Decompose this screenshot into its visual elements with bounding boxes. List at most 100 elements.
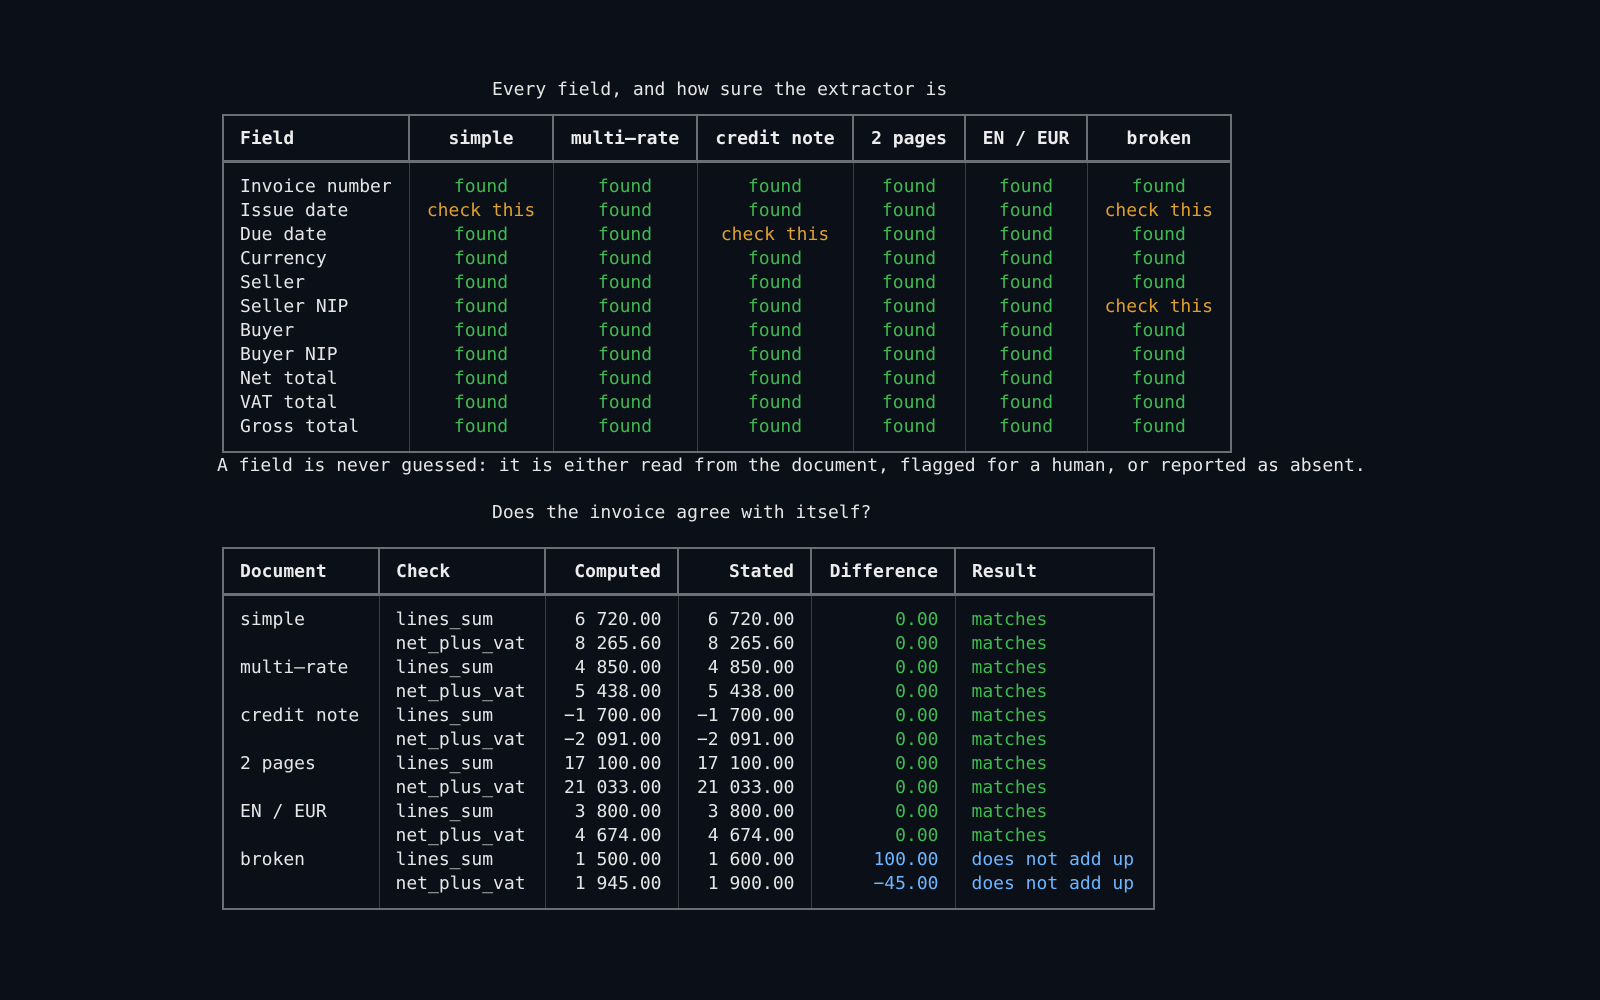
result-cell: matches xyxy=(954,680,1154,704)
field-status-cell: found xyxy=(408,415,553,439)
field-status-cell: found xyxy=(696,415,853,439)
spacer-cell xyxy=(1086,161,1231,175)
spacer-cell xyxy=(544,896,678,909)
result-cell: matches xyxy=(954,824,1154,848)
column-header-simple: simple xyxy=(408,115,553,163)
stated-cell: 3 800.00 xyxy=(677,800,811,824)
field-name-cell: Issue date xyxy=(240,200,349,221)
spacer-cell xyxy=(810,594,955,608)
result-cell: matches xyxy=(954,752,1154,776)
field-status-cell: found xyxy=(696,319,853,343)
field-status-cell: found xyxy=(552,295,697,319)
column-header-2-pages: 2 pages xyxy=(852,115,965,163)
table-tail-row xyxy=(223,439,1231,452)
spacer-cell xyxy=(810,896,955,909)
table-row: net_plus_vat −2 091.00 −2 091.00 0.00 matche… xyxy=(223,728,1154,752)
checks-table-title: Does the invoice agree with itself? xyxy=(492,502,872,523)
field-status-cell: found xyxy=(1086,391,1231,415)
stated-cell: 1 900.00 xyxy=(677,872,811,896)
field-status-cell: found xyxy=(408,391,553,415)
document-cell xyxy=(223,872,379,896)
field-status-cell: found xyxy=(852,391,965,415)
spacer-cell xyxy=(223,439,409,452)
table-row: net_plus_vat 21 033.00 21 033.00 0.00 matche… xyxy=(223,776,1154,800)
spacer-cell xyxy=(552,161,697,175)
computed-cell: 8 265.60 xyxy=(544,632,678,656)
table-row: broken lines_sum 1 500.00 1 600.00 100.00 doe… xyxy=(223,848,1154,872)
spacer-cell xyxy=(408,161,553,175)
result-cell: matches xyxy=(954,608,1154,632)
stated-cell: 8 265.60 xyxy=(677,632,811,656)
difference-cell: −45.00 xyxy=(810,872,955,896)
table-row: Seller found found found found found found xyxy=(223,271,1231,295)
check-cell: lines_sum xyxy=(378,704,545,728)
fields-confidence-table: Field simple multi–rate credit note 2 pa… xyxy=(222,114,1232,453)
column-header-field: Field xyxy=(223,115,409,163)
difference-cell: 0.00 xyxy=(810,800,955,824)
document-cell xyxy=(223,776,379,800)
field-status-cell: found xyxy=(852,247,965,271)
difference-cell: 0.00 xyxy=(810,632,955,656)
field-status-cell: check this xyxy=(1086,199,1231,223)
field-name-cell: Seller NIP xyxy=(240,296,349,317)
field-status-cell: found xyxy=(964,319,1087,343)
spacer-cell xyxy=(954,594,1154,608)
field-status-cell: found xyxy=(852,175,965,199)
spacer-cell xyxy=(964,439,1087,452)
field-name-cell: Due date xyxy=(240,224,327,245)
document-cell: broken xyxy=(240,849,306,870)
column-header-result: Result xyxy=(954,548,1154,596)
stated-cell: 6 720.00 xyxy=(677,608,811,632)
document-cell: 2 pages xyxy=(240,753,316,774)
column-header-broken: broken xyxy=(1086,115,1231,163)
difference-cell: 0.00 xyxy=(810,776,955,800)
fields-table-header-row: Field simple multi–rate credit note 2 pa… xyxy=(223,115,1231,163)
field-status-cell: found xyxy=(1086,415,1231,439)
field-status-cell: found xyxy=(852,319,965,343)
field-name-cell: Net total xyxy=(240,368,338,389)
field-status-cell: found xyxy=(964,343,1087,367)
spacer-cell xyxy=(223,162,409,176)
field-status-cell: found xyxy=(408,223,553,247)
field-status-cell: found xyxy=(696,343,853,367)
difference-cell: 0.00 xyxy=(810,656,955,680)
difference-cell: 100.00 xyxy=(810,848,955,872)
computed-cell: 4 850.00 xyxy=(544,656,678,680)
computed-cell: 3 800.00 xyxy=(544,800,678,824)
table-row: multi–rate lines_sum 4 850.00 4 850.00 0.00 m… xyxy=(223,656,1154,680)
check-cell: lines_sum xyxy=(378,800,545,824)
check-cell: net_plus_vat xyxy=(378,776,545,800)
field-status-cell: found xyxy=(964,295,1087,319)
document-cell: EN / EUR xyxy=(240,801,327,822)
check-cell: lines_sum xyxy=(378,656,545,680)
result-cell: does not add up xyxy=(954,872,1154,896)
field-status-cell: found xyxy=(852,295,965,319)
field-status-cell: found xyxy=(408,295,553,319)
result-cell: matches xyxy=(954,776,1154,800)
table-row: Due date found found check this found found fo… xyxy=(223,223,1231,247)
field-status-cell: found xyxy=(964,175,1087,199)
column-header-computed: Computed xyxy=(544,548,678,596)
check-cell: lines_sum xyxy=(378,848,545,872)
field-status-cell: found xyxy=(408,175,553,199)
field-status-cell: found xyxy=(552,343,697,367)
check-cell: net_plus_vat xyxy=(378,728,545,752)
spacer-cell xyxy=(954,896,1154,909)
field-status-cell: found xyxy=(696,391,853,415)
stated-cell: 4 674.00 xyxy=(677,824,811,848)
spacer-cell xyxy=(964,161,1087,175)
table-row: VAT total found found found found found found xyxy=(223,391,1231,415)
spacer-cell xyxy=(223,896,379,909)
field-status-cell: found xyxy=(964,271,1087,295)
field-status-cell: found xyxy=(552,367,697,391)
field-status-cell: found xyxy=(552,271,697,295)
difference-cell: 0.00 xyxy=(810,704,955,728)
column-header-en-eur: EN / EUR xyxy=(964,115,1087,163)
document-cell: simple xyxy=(240,609,306,630)
table-row: Currency found found found found found found xyxy=(223,247,1231,271)
field-status-cell: found xyxy=(1086,367,1231,391)
table-row: EN / EUR lines_sum 3 800.00 3 800.00 0.00 mat… xyxy=(223,800,1154,824)
check-cell: lines_sum xyxy=(378,752,545,776)
field-status-cell: found xyxy=(552,223,697,247)
column-header-check: Check xyxy=(378,548,545,596)
